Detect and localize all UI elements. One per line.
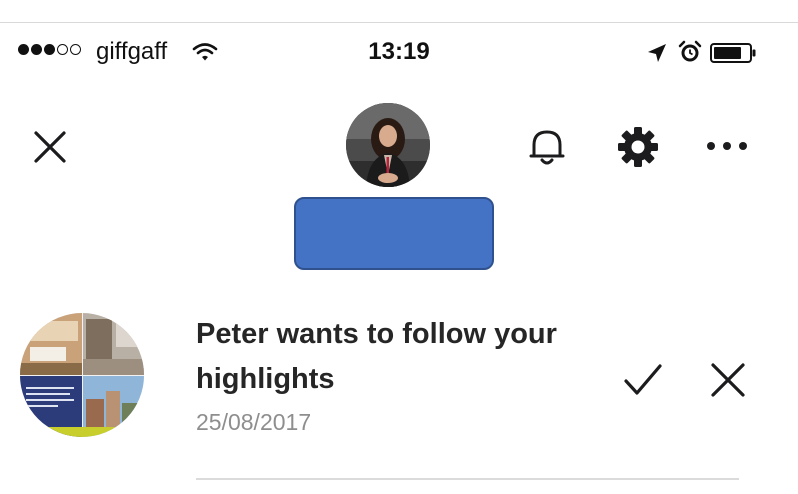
follow-request-line-1: Peter wants to follow your: [196, 318, 557, 350]
follow-request-message: Peter wants to follow your highlights: [196, 312, 616, 402]
requester-avatar[interactable]: [20, 313, 144, 437]
location-arrow-icon: [648, 44, 666, 62]
top-divider: [0, 22, 798, 23]
profile-photo: [346, 103, 430, 187]
battery-icon: [710, 43, 756, 63]
status-bar: giffgaff 13:19: [0, 30, 798, 76]
username-redaction-box: [294, 197, 494, 270]
checkmark-icon[interactable]: [623, 362, 663, 398]
bell-icon[interactable]: [527, 126, 567, 168]
gear-icon[interactable]: [617, 126, 659, 168]
alarm-clock-icon: [678, 40, 702, 62]
more-options-icon[interactable]: [704, 135, 750, 157]
profile-avatar[interactable]: [346, 103, 430, 187]
reject-close-icon[interactable]: [710, 362, 746, 398]
request-date: 25/08/2017: [196, 409, 312, 435]
follow-request-line-2: highlights: [196, 363, 335, 395]
list-divider: [196, 478, 739, 480]
requester-photo: [20, 313, 144, 437]
close-icon[interactable]: [33, 130, 67, 164]
